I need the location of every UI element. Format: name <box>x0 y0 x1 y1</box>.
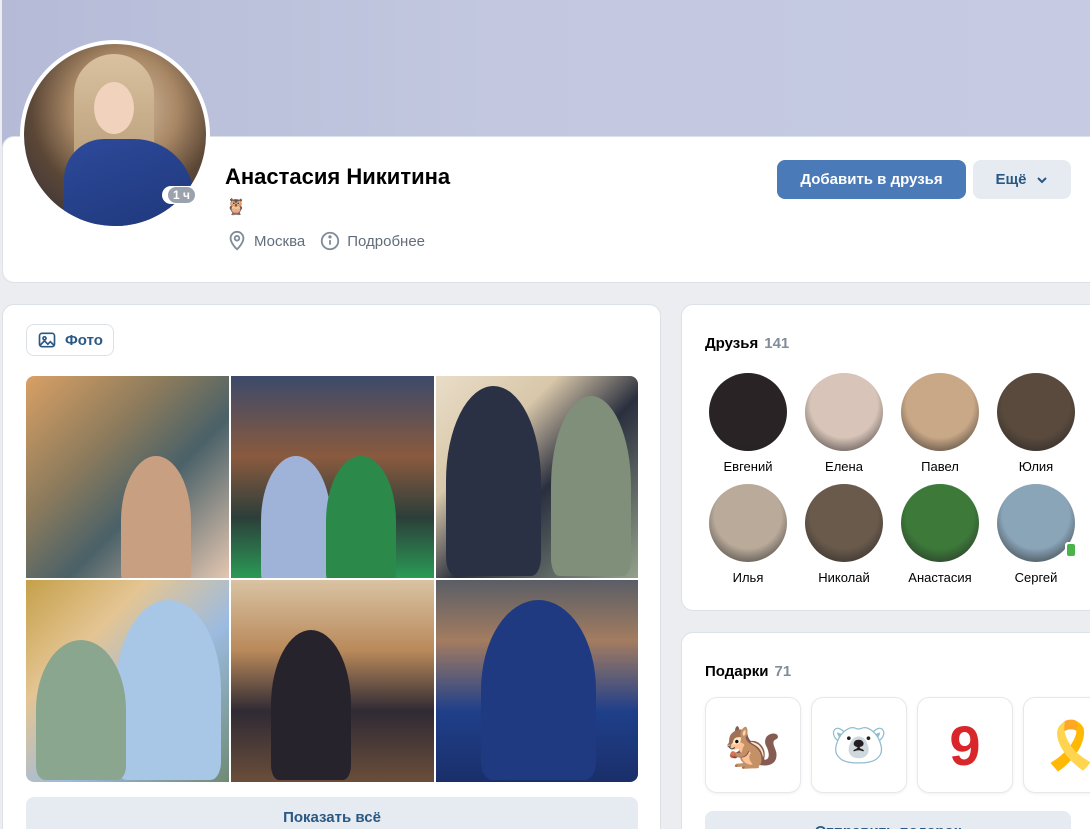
friend-item[interactable]: Елена <box>796 373 892 474</box>
friend-avatar <box>709 373 787 451</box>
photo-thumbnail[interactable] <box>26 580 229 782</box>
friend-avatar <box>805 373 883 451</box>
location-pin-icon <box>229 230 245 251</box>
details-link[interactable]: Подробнее <box>319 230 425 252</box>
friends-card: Друзья 141 Евгений Елена Павел Юлия Илья … <box>681 304 1090 611</box>
more-button[interactable]: Ещё <box>973 160 1071 199</box>
photo-thumbnail[interactable] <box>436 376 638 578</box>
friends-count: 141 <box>764 335 790 352</box>
friend-name: Сергей <box>1014 570 1058 585</box>
show-all-photos-button[interactable]: Показать всё <box>26 797 638 829</box>
photo-thumbnail[interactable] <box>26 376 229 578</box>
friend-item[interactable]: Николай <box>796 484 892 585</box>
send-gift-button[interactable]: Отправить подарок <box>705 811 1071 829</box>
status-emoji: 🦉 <box>226 199 246 216</box>
photo-thumbnail[interactable] <box>231 580 434 782</box>
mobile-online-icon <box>1065 542 1077 558</box>
friend-avatar <box>997 484 1077 562</box>
photos-tab[interactable]: Фото <box>26 324 114 356</box>
friend-name: Илья <box>732 570 764 585</box>
friend-item[interactable]: Евгений <box>700 373 796 474</box>
friend-name: Юлия <box>1018 459 1054 474</box>
gift-ribbon-icon[interactable]: 🎗️ <box>1023 697 1090 793</box>
friend-item[interactable]: Сергей <box>988 484 1084 585</box>
gifts-card: Подарки71 🐿️ 🐻‍❄️ 9 🎗️ Отправить подарок <box>681 632 1090 829</box>
friends-grid: Евгений Елена Павел Юлия Илья Николай Ан… <box>700 373 1084 585</box>
photo-thumbnail[interactable] <box>436 580 638 782</box>
gift-victory-nine-icon[interactable]: 9 <box>917 697 1013 793</box>
friend-item[interactable]: Павел <box>892 373 988 474</box>
gifts-title[interactable]: Подарки 71 <box>705 663 791 680</box>
image-icon <box>38 332 56 348</box>
city-label: Москва <box>254 232 306 250</box>
friend-name: Анастасия <box>908 570 972 585</box>
photos-tab-label: Фото <box>65 331 103 349</box>
friend-avatar <box>805 484 883 562</box>
friend-name: Николай <box>818 570 870 585</box>
profile-meta: Москва Подробнее <box>226 230 425 252</box>
friend-name: Елена <box>825 459 863 474</box>
info-icon <box>321 231 340 251</box>
friend-name: Павел <box>921 459 959 474</box>
gifts-count: 71 <box>774 663 792 680</box>
photos-card: Фото Показать всё <box>2 304 661 829</box>
profile-name: Анастасия Никитина <box>225 164 451 189</box>
friend-name: Евгений <box>723 459 773 474</box>
friend-avatar <box>901 373 979 451</box>
city-item: Москва <box>226 230 305 252</box>
add-friend-button[interactable]: Добавить в друзья <box>777 160 966 199</box>
friends-title[interactable]: Друзья 141 <box>705 335 789 352</box>
details-label: Подробнее <box>347 232 426 250</box>
gift-bear-icon[interactable]: 🐻‍❄️ <box>811 697 907 793</box>
friend-avatar <box>901 484 979 562</box>
friend-avatar <box>709 484 787 562</box>
gifts-row: 🐿️ 🐻‍❄️ 9 🎗️ <box>705 697 1090 793</box>
gift-squirrel-icon[interactable]: 🐿️ <box>705 697 801 793</box>
friend-item[interactable]: Илья <box>700 484 796 585</box>
friend-avatar <box>997 373 1075 451</box>
last-seen-badge: 1 ч <box>162 186 201 204</box>
friend-item[interactable]: Анастасия <box>892 484 988 585</box>
more-label: Ещё <box>995 171 1027 188</box>
photo-thumbnail[interactable] <box>231 376 434 578</box>
photo-grid <box>26 376 638 782</box>
friend-item[interactable]: Юлия <box>988 373 1084 474</box>
chevron-down-icon <box>1036 176 1047 183</box>
